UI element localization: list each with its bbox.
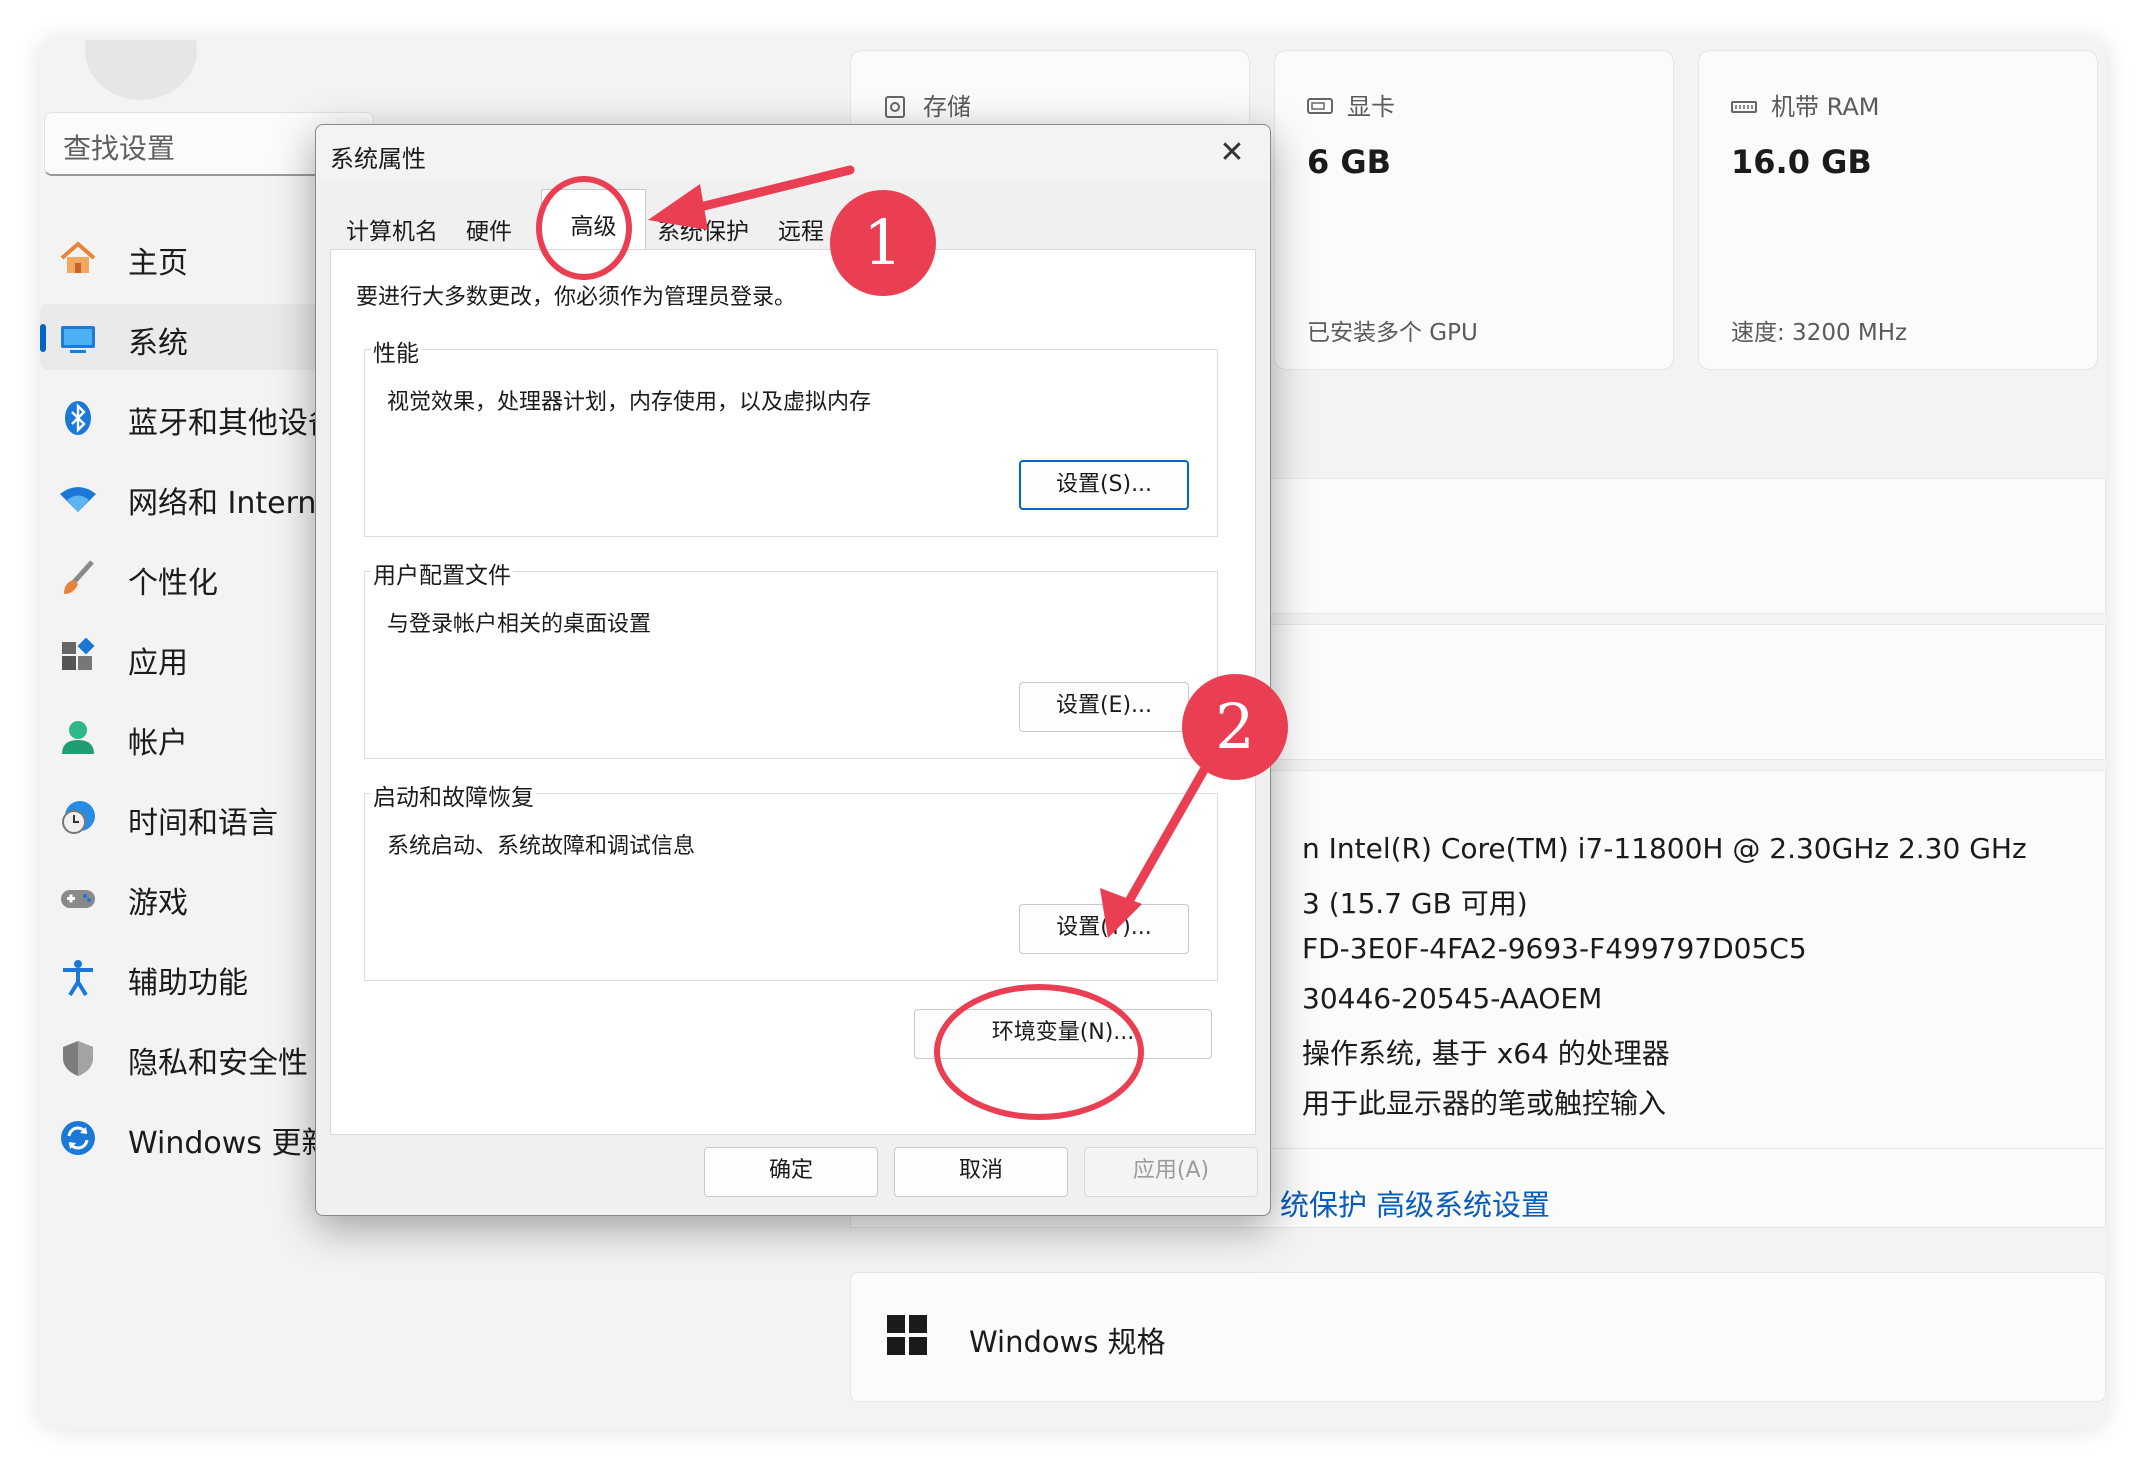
advanced-tab-highlight-circle [536,176,632,280]
storage-card-title: 存储 [883,87,971,122]
system-display-icon [61,326,95,353]
tab-remote[interactable]: 远程 [778,199,824,249]
user-profile-title: 用户配置文件 [371,556,513,590]
gpu-icon [1307,98,1333,114]
user-profile-desc: 与登录帐户相关的桌面设置 [387,612,652,637]
step-1-badge: 1 [830,190,936,296]
dialog-titlebar[interactable]: 系统属性 ✕ [316,125,1270,181]
sidebar-item-label: 时间和语言 [128,806,278,841]
windows-spec-title: Windows 规格 [969,1325,1166,1359]
sidebar-item-label: 游戏 [128,886,188,921]
ram-value: 16.0 GB [1731,143,1872,181]
storage-icon [885,96,905,118]
startup-recovery-group: 启动和故障恢复 系统启动、系统故障和调试信息 设置(T)... [364,778,1218,981]
performance-desc: 视觉效果，处理器计划，内存使用，以及虚拟内存 [387,390,872,415]
ok-button[interactable]: 确定 [704,1147,878,1197]
step-2-badge: 2 [1182,674,1288,780]
sidebar-item-label: 网络和 Internet [128,486,347,521]
user-profile-settings-button[interactable]: 设置(E)... [1019,682,1189,732]
sidebar-item-label: 隐私和安全性 [128,1046,308,1081]
spec-device-id: FD-3E0F-4FA2-9693-F499797D05C5 [1302,932,1807,965]
brush-icon [64,560,94,594]
home-icon [60,241,96,273]
startup-recovery-title: 启动和故障恢复 [371,778,536,812]
sidebar-item-label: 主页 [128,246,188,281]
windows-logo-icon [887,1315,927,1355]
globe-clock-icon [62,801,95,834]
cancel-button[interactable]: 取消 [894,1147,1068,1197]
sidebar-item-label: 系统 [128,326,188,361]
sidebar-item-label: 帐户 [128,726,188,761]
apply-button[interactable]: 应用(A) [1084,1147,1258,1197]
gpu-card-title: 显卡 [1307,87,1395,122]
sidebar-item-label: 辅助功能 [128,966,248,1001]
account-icon [62,721,94,754]
tab-hardware[interactable]: 硬件 [466,199,512,249]
shield-icon [63,1041,93,1076]
performance-group: 性能 视觉效果，处理器计划，内存使用，以及虚拟内存 设置(S)... [364,334,1218,537]
dialog-title: 系统属性 [330,145,426,173]
ram-card-title: 机带 RAM [1731,87,1879,122]
startup-recovery-desc: 系统启动、系统故障和调试信息 [387,834,696,859]
ram-speed: 速度: 3200 MHz [1731,320,1908,346]
close-icon[interactable]: ✕ [1212,133,1252,173]
update-icon [61,1121,95,1155]
tab-system-protection[interactable]: 系统保护 [657,199,749,249]
gamepad-icon [61,890,95,908]
advanced-system-settings-link[interactable]: 高级系统设置 [1376,1182,1550,1224]
spec-ram: 3 (15.7 GB 可用) [1302,887,1528,920]
avatar[interactable] [85,40,197,100]
ram-card[interactable]: 机带 RAM 16.0 GB 速度: 3200 MHz [1698,50,2098,370]
active-indicator [40,324,46,352]
wifi-icon [60,487,96,512]
user-profile-group: 用户配置文件 与登录帐户相关的桌面设置 设置(E)... [364,556,1218,759]
spec-product-id: 30446-20545-AAOEM [1302,982,1603,1015]
system-protection-link[interactable]: 统保护 [1280,1182,1367,1224]
performance-settings-button[interactable]: 设置(S)... [1019,460,1189,510]
apps-icon [62,638,95,670]
windows-spec-panel[interactable]: Windows 规格 [850,1272,2106,1402]
spec-system-type: 操作系统, 基于 x64 的处理器 [1302,1037,1670,1070]
environment-variables-highlight-circle [934,984,1144,1120]
gpu-card[interactable]: 显卡 6 GB 已安装多个 GPU [1274,50,1674,370]
accessibility-icon [63,960,93,997]
ram-icon [1731,101,1757,113]
sidebar-item-label: 应用 [128,646,188,681]
performance-title: 性能 [371,334,421,368]
tab-computer-name[interactable]: 计算机名 [346,199,438,249]
spec-pen-touch: 用于此显示器的笔或触控输入 [1302,1087,1667,1120]
startup-recovery-settings-button[interactable]: 设置(T)... [1019,904,1189,954]
bluetooth-icon [65,401,91,435]
admin-notice: 要进行大多数更改，你必须作为管理员登录。 [356,285,797,310]
spec-processor: n Intel(R) Core(TM) i7-11800H @ 2.30GHz … [1302,832,2027,865]
gpu-memory-value: 6 GB [1307,143,1392,181]
sidebar-item-label: Windows 更新 [128,1126,332,1161]
sidebar-item-label: 蓝牙和其他设备 [128,406,338,441]
gpu-note: 已安装多个 GPU [1307,320,1478,346]
sidebar-item-label: 个性化 [128,566,218,601]
